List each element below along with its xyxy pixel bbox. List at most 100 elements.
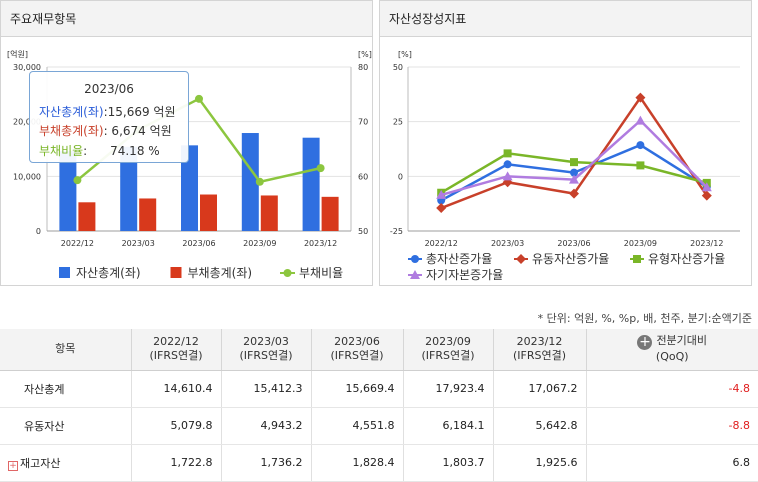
cell-value: 1,803.7 (402, 444, 493, 482)
bar-total-liabilities (321, 196, 339, 231)
chart-tooltip: 2023/06 자산총계(좌):15,669 억원 부채총계(좌): 6,674… (29, 71, 189, 163)
period-label: 2023/06 (334, 335, 380, 349)
asset-growth-chart: [%] 50 25 0 -25 2022/12 2023/03 2023/06 2023/09 2… (390, 50, 740, 282)
bar-total-liabilities (200, 194, 217, 231)
legend-marker (516, 254, 526, 264)
cell-value: 1,925.6 (492, 444, 586, 482)
category-label: 2023/06 (182, 239, 215, 248)
y-tick-label: -25 (390, 227, 403, 236)
table-row: 자산총계 14,610.4 15,412.3 15,669.4 17,923.4… (0, 370, 758, 408)
unit-note: * 단위: 억원, %, %p, 배, 천주, 분기:순액기준 (537, 312, 752, 325)
basis-label: (IFRS연결) (149, 349, 203, 363)
cell-value: 5,079.8 (130, 407, 221, 445)
header-item: 항목 (0, 329, 131, 371)
basis-label: (IFRS연결) (239, 349, 293, 363)
y-tick-label: 50 (393, 63, 403, 72)
cell-change: -8.8 (585, 407, 758, 445)
table-row[interactable]: + 재고자산 1,722.8 1,736.2 1,828.4 1,803.7 1,… (0, 444, 758, 482)
tooltip-value: : 74.18 % (83, 144, 160, 158)
bar-total-assets (302, 137, 320, 231)
series-point (570, 158, 578, 167)
legend-label: 부채비율 (299, 266, 343, 280)
bar-total-liabilities (78, 202, 96, 231)
table-row: 유동자산 5,079.8 4,943.2 4,551.8 6,184.1 5,6… (0, 407, 758, 445)
tooltip-label: 부채총계(좌) (39, 124, 104, 138)
period-label: 2022/12 (153, 335, 199, 349)
category-label: 2023/06 (557, 239, 590, 248)
bar-total-liabilities (139, 198, 157, 231)
series-point (503, 149, 512, 158)
cell-value: 1,736.2 (220, 444, 311, 482)
category-label: 2022/12 (425, 239, 458, 248)
legend-label: 자산총계(좌) (76, 266, 141, 280)
period-label: 2023/12 (516, 335, 563, 349)
header-period: 2023/03 (IFRS연결) (220, 329, 311, 371)
cell-value: 1,722.8 (130, 444, 221, 482)
tooltip-value: : 6,674 억원 (103, 124, 172, 138)
legend-label: 총자산증가율 (426, 252, 492, 266)
y-tick-label: 0 (398, 172, 403, 181)
category-label: 2023/03 (491, 239, 524, 248)
left-axis-unit: [억원] (7, 49, 28, 59)
legend-label: 유형자산증가율 (648, 252, 725, 266)
legend-label: 유동자산증가율 (532, 252, 609, 266)
change-label: 전분기대비 (656, 334, 708, 348)
cell-value: 14,610.4 (130, 370, 221, 408)
legend-swatch (59, 267, 70, 278)
debt-ratio-point (316, 164, 325, 173)
basis-label: (IFRS연결) (421, 349, 475, 363)
row-name: 재고자산 (20, 456, 61, 470)
bar-total-liabilities (260, 195, 278, 231)
row-name: 자산총계 (0, 370, 131, 408)
tooltip-row-assets: 자산총계(좌):15,669 억원 (39, 103, 176, 120)
cell-value: 15,412.3 (220, 370, 311, 408)
change-sub-label: (QoQ) (655, 350, 689, 364)
row-name: 유동자산 (0, 407, 131, 445)
series-point (636, 161, 645, 170)
period-label: 2023/03 (243, 335, 289, 349)
right-tick-label: 50 (358, 227, 368, 236)
series-point (635, 115, 646, 125)
panel-title: 주요재무항목 (1, 1, 372, 37)
right-tick-label: 70 (358, 118, 368, 127)
left-tick-label: 0 (36, 227, 41, 236)
legend-marker (283, 269, 292, 277)
cell-change: 6.8 (585, 444, 758, 482)
debt-ratio-point (255, 177, 264, 186)
category-label: 2023/03 (122, 239, 155, 248)
y-axis-unit: [%] (398, 50, 412, 59)
cell-value: 4,943.2 (220, 407, 311, 445)
right-tick-label: 60 (358, 172, 368, 181)
period-label: 2023/09 (425, 335, 471, 349)
tooltip-row-debt-ratio: 부채비율: 74.18 % (39, 142, 160, 159)
header-change: + 전분기대비 (QoQ) (585, 329, 758, 371)
debt-ratio-point (195, 94, 203, 103)
category-label: 2023/12 (690, 239, 723, 248)
series-point (503, 160, 512, 169)
bar-total-assets (59, 151, 77, 231)
category-label: 2023/09 (624, 239, 657, 248)
category-label: 2023/12 (304, 239, 337, 248)
header-period: 2022/12 (IFRS연결) (130, 329, 221, 371)
right-axis-unit: [%] (358, 50, 372, 59)
cell-change: -4.8 (585, 370, 758, 408)
row-name-expandable[interactable]: + 재고자산 (0, 444, 131, 482)
tooltip-row-liabilities: 부채총계(좌): 6,674 억원 (39, 122, 172, 139)
header-period: 2023/09 (IFRS연결) (402, 329, 493, 371)
left-tick-label: 10,000 (13, 172, 41, 181)
header-period: 2023/12 (IFRS연결) (492, 329, 586, 371)
expand-icon[interactable]: + (8, 460, 18, 471)
right-tick-label: 80 (358, 63, 368, 72)
cell-value: 4,551.8 (310, 407, 403, 445)
header-period: 2023/06 (IFRS연결) (310, 329, 403, 371)
category-label: 2022/12 (61, 239, 94, 248)
tooltip-date: 2023/06 (84, 82, 134, 96)
financial-table: 항목 2022/12 (IFRS연결) 2023/03 (IFRS연결) 2023/… (0, 329, 758, 482)
add-column-icon[interactable]: + (637, 335, 653, 351)
y-tick-label: 25 (393, 118, 403, 127)
cell-value: 6,184.1 (402, 407, 493, 445)
basis-label: (IFRS연결) (330, 349, 384, 363)
legend-swatch (170, 267, 182, 278)
tooltip-label: 부채비율 (39, 144, 84, 158)
asset-growth-panel: 자산성장성지표 [%] 50 25 0 -25 2022/12 2023/03 2023/06… (379, 0, 752, 286)
